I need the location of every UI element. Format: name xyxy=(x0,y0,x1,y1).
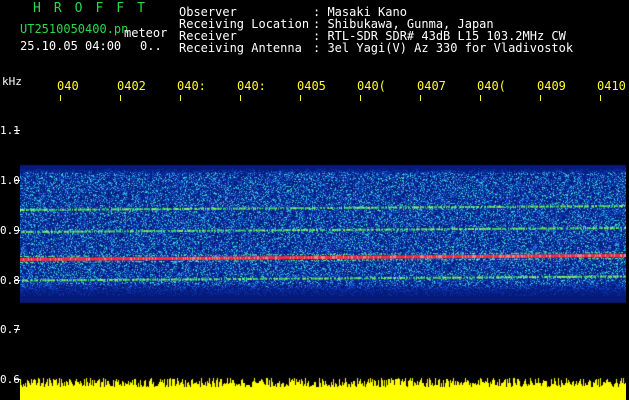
spectrogram-canvas xyxy=(20,163,626,400)
x-tick-0407: 0407 xyxy=(417,79,446,93)
antenna-value: : 3el Yagi(V) Az 330 for Vladivostok xyxy=(313,41,574,55)
x-tickmark xyxy=(600,95,601,101)
antenna-label: Receiving Antenna xyxy=(179,41,302,55)
x-tickmark xyxy=(420,95,421,101)
y-tickmark xyxy=(14,130,20,131)
brand-title: HROFFT xyxy=(33,1,158,16)
x-tickmark xyxy=(60,95,61,101)
x-tick-0409: 0409 xyxy=(537,79,566,93)
x-tickmark xyxy=(240,95,241,101)
x-tick-0404: 040: xyxy=(237,79,266,93)
x-tick-0401: 040 xyxy=(57,79,79,93)
x-tickmark xyxy=(300,95,301,101)
x-tick-0402: 0402 xyxy=(117,79,146,93)
x-tickmark xyxy=(120,95,121,101)
filename: UT2510050400.pn xyxy=(20,22,129,36)
x-tick-0406: 040( xyxy=(357,79,386,93)
count: 0.. xyxy=(140,39,162,53)
x-tickmark xyxy=(360,95,361,101)
x-tickmark xyxy=(480,95,481,101)
x-tickmark xyxy=(540,95,541,101)
y-unit-label: kHz xyxy=(2,75,22,88)
x-tick-0408: 040( xyxy=(477,79,506,93)
x-tickmark xyxy=(180,95,181,101)
datetime: 25.10.05 04:00 xyxy=(20,39,122,53)
mode-label: meteor xyxy=(124,26,168,40)
x-tick-0410: 0410 xyxy=(597,79,626,93)
x-tick-0405: 0405 xyxy=(297,79,326,93)
spectrogram-plot xyxy=(20,163,626,400)
x-tick-0403: 040: xyxy=(177,79,206,93)
